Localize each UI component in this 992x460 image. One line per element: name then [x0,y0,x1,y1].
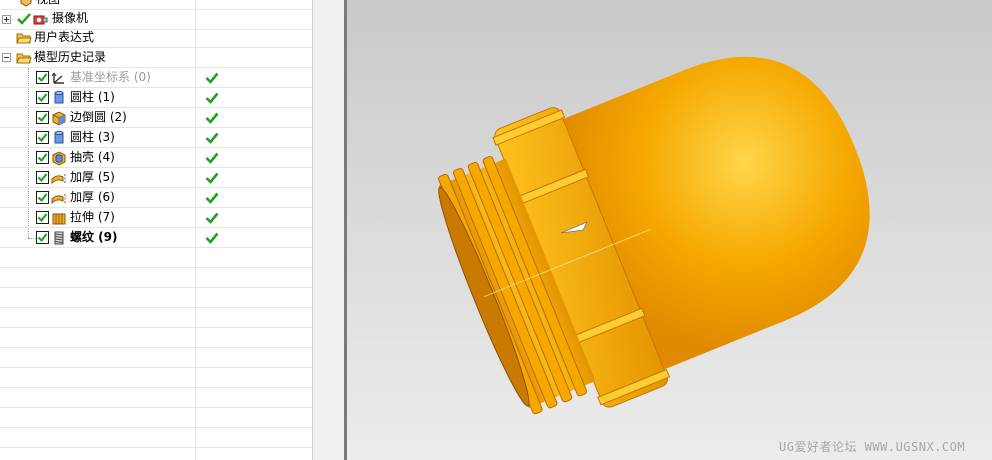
empty-row [0,248,312,268]
nav-row-views[interactable]: 视图 [0,0,312,10]
nav-row-extrude-7[interactable]: 拉伸 (7) [0,208,312,228]
nav-label: 视图 [36,0,60,7]
shell-icon [51,150,67,166]
nav-label: 拉伸 (7) [70,210,115,224]
feature-checkbox[interactable] [36,171,49,184]
empty-row [0,408,312,428]
nav-row-thread-9[interactable]: 螺纹 (9) [0,228,312,248]
empty-row [0,268,312,288]
up-to-date-check-icon [205,91,219,105]
up-to-date-check-icon [205,191,219,205]
empty-row [0,348,312,368]
camera-icon [32,11,48,27]
panel-splitter[interactable] [312,0,346,460]
nav-label: 模型历史记录 [34,50,107,64]
empty-row [0,308,312,328]
thicken-icon [51,190,67,206]
watermark-text: UG爱好者论坛 WWW.UGSNX.COM [779,440,966,454]
up-to-date-check-icon [205,211,219,225]
feature-checkbox[interactable] [36,91,49,104]
part-navigator: 视图 摄像机 用户表达式 [0,0,312,460]
empty-row [0,448,312,460]
collapse-history-button[interactable] [2,53,11,62]
cylinder-icon [51,130,67,146]
nav-row-thicken-5[interactable]: 加厚 (5) [0,168,312,188]
feature-checkbox[interactable] [36,231,49,244]
up-to-date-check-icon [205,151,219,165]
nav-row-thicken-6[interactable]: 加厚 (6) [0,188,312,208]
empty-row [0,288,312,308]
nav-label: 圆柱 (3) [70,130,115,144]
up-to-date-check-icon [205,171,219,185]
up-to-date-check-icon [205,131,219,145]
visible-checkmark-icon[interactable] [16,11,32,27]
up-to-date-check-icon [205,71,219,85]
edge-blend-icon [51,110,67,126]
graphics-window[interactable]: UG爱好者论坛 WWW.UGSNX.COM [347,0,992,460]
nav-label: 用户表达式 [34,30,95,44]
nav-row-user-expressions[interactable]: 用户表达式 [0,28,312,48]
nav-row-cylinder-1[interactable]: 圆柱 (1) [0,88,312,108]
thicken-icon [51,170,67,186]
up-to-date-check-icon [205,231,219,245]
feature-checkbox[interactable] [36,111,49,124]
nav-label: 圆柱 (1) [70,90,115,104]
nav-label: 摄像机 [52,11,89,25]
folder-open-icon [16,50,32,66]
nav-label: 基准坐标系 (0) [70,70,151,84]
folder-open-icon [16,30,32,46]
nav-row-shell-4[interactable]: 抽壳 (4) [0,148,312,168]
nav-label: 边倒圆 (2) [70,110,127,124]
feature-checkbox[interactable] [36,191,49,204]
view-icon [18,0,34,8]
nav-row-edge-blend-2[interactable]: 边倒圆 (2) [0,108,312,128]
threaded-cap-model[interactable] [347,0,992,460]
nav-label: 抽壳 (4) [70,150,115,164]
feature-checkbox[interactable] [36,211,49,224]
empty-row [0,428,312,448]
cap-geometry [438,56,870,415]
up-to-date-check-icon [205,111,219,125]
feature-checkbox[interactable] [36,131,49,144]
nav-label: 加厚 (6) [70,190,115,204]
extrude-icon [51,210,67,226]
thread-icon [51,230,67,246]
nav-row-datum-csys[interactable]: 基准坐标系 (0) [0,68,312,88]
empty-row [0,368,312,388]
nav-row-cylinder-3[interactable]: 圆柱 (3) [0,128,312,148]
feature-checkbox[interactable] [36,71,49,84]
nav-row-camera[interactable]: 摄像机 [0,10,312,30]
empty-row [0,328,312,348]
nav-row-model-history[interactable]: 模型历史记录 [0,48,312,68]
empty-row [0,388,312,408]
feature-checkbox[interactable] [36,151,49,164]
nav-label: 加厚 (5) [70,170,115,184]
cylinder-icon [51,90,67,106]
expand-camera-button[interactable] [2,15,11,24]
datum-csys-icon [51,70,67,86]
nav-label: 螺纹 (9) [70,230,118,244]
